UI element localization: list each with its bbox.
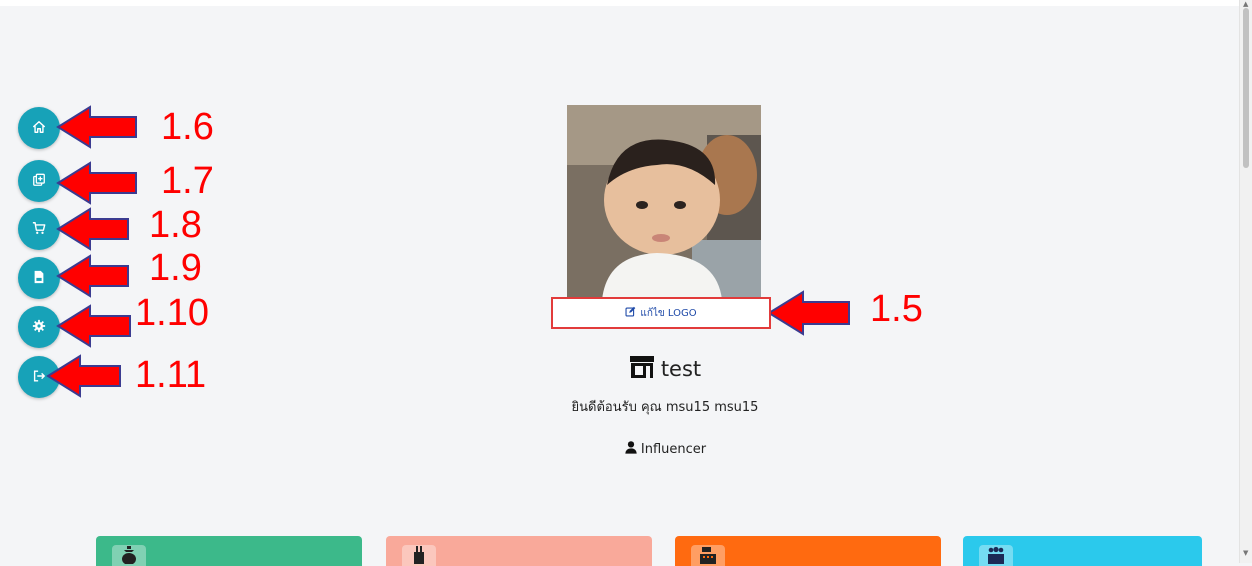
annotation-label: 1.6 [161, 106, 214, 148]
edit-logo-label: แก้ไข LOGO [640, 307, 697, 319]
stat-card-users[interactable] [963, 536, 1202, 566]
stat-card-products[interactable] [386, 536, 652, 566]
add-copy-icon [32, 172, 46, 191]
cart-icon [32, 220, 46, 239]
annotation-arrow [765, 288, 853, 338]
role-label: Influencer [640, 441, 707, 457]
welcome-message: ยินดีต้อนรับ คุณ msu15 msu15 [571, 400, 759, 415]
stat-card-sales[interactable] [96, 536, 362, 566]
scroll-down-arrow[interactable]: ▼ [1243, 549, 1248, 557]
annotation-label: 1.10 [135, 292, 209, 334]
home-icon [32, 119, 46, 138]
annotation-arrow [54, 252, 132, 300]
annotation-label: 1.5 [870, 288, 923, 330]
annotation-label: 1.11 [135, 354, 207, 396]
annotation-label: 1.9 [149, 247, 202, 289]
user-icon [624, 440, 638, 458]
page-scrollbar[interactable]: ▲ ▼ [1239, 0, 1252, 563]
annotation-label: 1.8 [149, 204, 202, 246]
shop-logo-image [567, 105, 761, 300]
file-icon [32, 269, 46, 288]
scroll-up-arrow[interactable]: ▲ [1243, 0, 1248, 8]
edit-logo-button[interactable]: แก้ไข LOGO [551, 297, 771, 329]
gear-icon [32, 318, 46, 337]
annotation-arrow [54, 302, 134, 350]
annotation-arrow [54, 159, 140, 207]
shop-title: test [600, 355, 730, 383]
shop-name: test [660, 357, 702, 381]
annotation-label: 1.7 [161, 160, 214, 202]
top-strip [0, 0, 1252, 6]
stat-card-orders[interactable] [675, 536, 941, 566]
user-role: Influencer [590, 439, 740, 459]
edit-icon [625, 306, 636, 320]
annotation-arrow [44, 352, 124, 400]
annotation-arrow [54, 205, 132, 253]
annotation-arrow [54, 103, 140, 151]
scroll-thumb[interactable] [1243, 8, 1249, 168]
store-icon [629, 355, 655, 383]
